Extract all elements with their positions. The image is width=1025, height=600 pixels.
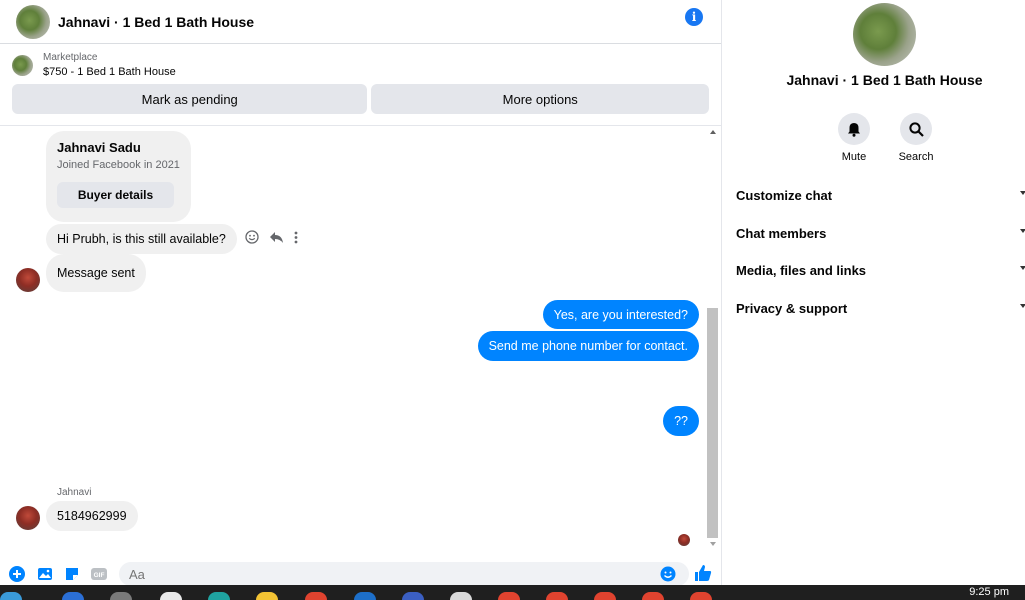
scrollbar-thumb[interactable] bbox=[707, 308, 718, 538]
mute-button[interactable]: Mute bbox=[837, 113, 871, 163]
listing-label: Marketplace bbox=[43, 52, 98, 63]
menu-item-label: Privacy & support bbox=[736, 300, 848, 316]
windows-taskbar: 9:25 pm bbox=[0, 585, 1025, 600]
details-menu: Customize chat Chat members Media, files… bbox=[736, 177, 1025, 327]
message-thread[interactable]: Jahnavi Sadu Joined Facebook in 2021 Buy… bbox=[0, 126, 722, 556]
conversation-actions: Mute Search bbox=[837, 113, 933, 163]
scroll-up-arrow-icon[interactable] bbox=[710, 130, 716, 134]
chrome-icon[interactable] bbox=[594, 592, 616, 600]
menu-customize-chat[interactable]: Customize chat bbox=[736, 177, 1025, 215]
chevron-down-icon bbox=[1020, 191, 1025, 195]
conversation-title: Jahnavi · 1 Bed 1 Bath House bbox=[786, 72, 983, 88]
message-bubble-in[interactable]: Hi Prubh, is this still available? bbox=[46, 224, 237, 254]
bell-icon bbox=[848, 122, 860, 137]
menu-privacy-support[interactable]: Privacy & support bbox=[736, 290, 1025, 328]
sender-avatar[interactable] bbox=[16, 268, 40, 292]
chrome-icon[interactable] bbox=[305, 592, 327, 600]
message-input[interactable] bbox=[119, 562, 689, 586]
taskbar-app-icon[interactable] bbox=[450, 592, 472, 600]
chrome-icon[interactable] bbox=[498, 592, 520, 600]
chrome-icon[interactable] bbox=[690, 592, 712, 600]
conversation-details-panel: Jahnavi · 1 Bed 1 Bath House Mute Search bbox=[723, 0, 1025, 585]
menu-chat-members[interactable]: Chat members bbox=[736, 215, 1025, 253]
like-thumb-icon[interactable] bbox=[694, 564, 712, 582]
message-composer: GIF bbox=[0, 560, 722, 586]
message-bubble-in[interactable]: Message sent bbox=[46, 254, 146, 292]
chevron-down-icon bbox=[1020, 303, 1025, 308]
more-vertical-icon[interactable] bbox=[294, 231, 298, 244]
taskbar-clock[interactable]: 9:25 pm bbox=[969, 586, 1009, 598]
listing-thumbnail[interactable] bbox=[12, 54, 33, 76]
sticker-icon[interactable] bbox=[64, 566, 80, 582]
taskbar-app-icon[interactable] bbox=[160, 592, 182, 600]
read-receipt-avatar bbox=[678, 534, 690, 546]
search-label: Search bbox=[898, 151, 934, 163]
more-options-button[interactable]: More options bbox=[371, 84, 709, 114]
menu-media-files-links[interactable]: Media, files and links bbox=[736, 252, 1025, 290]
message-bubble-out[interactable]: ?? bbox=[663, 406, 699, 436]
react-emoji-icon[interactable] bbox=[245, 230, 259, 244]
menu-item-label: Chat members bbox=[736, 225, 827, 241]
message-actions bbox=[245, 230, 298, 244]
svg-text:GIF: GIF bbox=[94, 572, 105, 579]
message-bubble-in[interactable]: 5184962999 bbox=[46, 501, 138, 531]
listing-name[interactable]: $750 - 1 Bed 1 Bath House bbox=[43, 66, 176, 78]
taskbar-app-icon[interactable] bbox=[62, 592, 84, 600]
mark-as-pending-button[interactable]: Mark as pending bbox=[12, 84, 368, 114]
emoji-icon[interactable] bbox=[660, 566, 676, 582]
start-icon[interactable] bbox=[0, 592, 22, 600]
scroll-down-arrow-icon[interactable] bbox=[710, 542, 716, 546]
message-bubble-out[interactable]: Send me phone number for contact. bbox=[477, 331, 699, 361]
message-bubble-out[interactable]: Yes, are you interested? bbox=[542, 300, 699, 329]
listing-avatar[interactable] bbox=[16, 4, 50, 39]
chevron-down-icon bbox=[1020, 266, 1025, 270]
mute-label: Mute bbox=[841, 151, 867, 163]
buyer-joined-text: Joined Facebook in 2021 bbox=[57, 159, 180, 171]
sender-avatar[interactable] bbox=[16, 506, 40, 530]
gif-icon[interactable]: GIF bbox=[91, 566, 107, 582]
reply-icon[interactable] bbox=[269, 231, 284, 244]
marketplace-listing-bar: Marketplace $750 - 1 Bed 1 Bath House Ma… bbox=[0, 44, 721, 126]
chevron-down-icon bbox=[1020, 228, 1025, 233]
chat-header: Jahnavi · 1 Bed 1 Bath House i bbox=[0, 0, 721, 44]
taskbar-app-icon[interactable] bbox=[354, 592, 376, 600]
thread-scrollbar[interactable] bbox=[706, 126, 720, 550]
buyer-details-button[interactable]: Buyer details bbox=[57, 182, 174, 208]
conversation-avatar[interactable] bbox=[853, 3, 916, 66]
sender-name-label: Jahnavi bbox=[57, 487, 92, 498]
plus-icon[interactable] bbox=[9, 566, 25, 582]
menu-item-label: Customize chat bbox=[736, 188, 833, 204]
messenger-window: Jahnavi · 1 Bed 1 Bath House i Marketpla… bbox=[0, 0, 1025, 600]
chrome-icon[interactable] bbox=[642, 592, 664, 600]
chat-title[interactable]: Jahnavi · 1 Bed 1 Bath House bbox=[58, 14, 254, 30]
word-icon[interactable] bbox=[402, 592, 424, 600]
buyer-card: Jahnavi Sadu Joined Facebook in 2021 Buy… bbox=[46, 131, 191, 222]
folder-icon[interactable] bbox=[256, 592, 278, 600]
chrome-icon[interactable] bbox=[546, 592, 568, 600]
search-button[interactable]: Search bbox=[899, 113, 933, 163]
taskbar-app-icon[interactable] bbox=[110, 592, 132, 600]
info-icon[interactable]: i bbox=[685, 8, 703, 26]
edge-icon[interactable] bbox=[208, 592, 230, 600]
photo-icon[interactable] bbox=[37, 566, 53, 582]
menu-item-label: Media, files and links bbox=[736, 263, 867, 279]
chat-panel: Jahnavi · 1 Bed 1 Bath House i Marketpla… bbox=[0, 0, 722, 586]
search-icon bbox=[908, 121, 924, 137]
buyer-name[interactable]: Jahnavi Sadu bbox=[57, 140, 180, 155]
